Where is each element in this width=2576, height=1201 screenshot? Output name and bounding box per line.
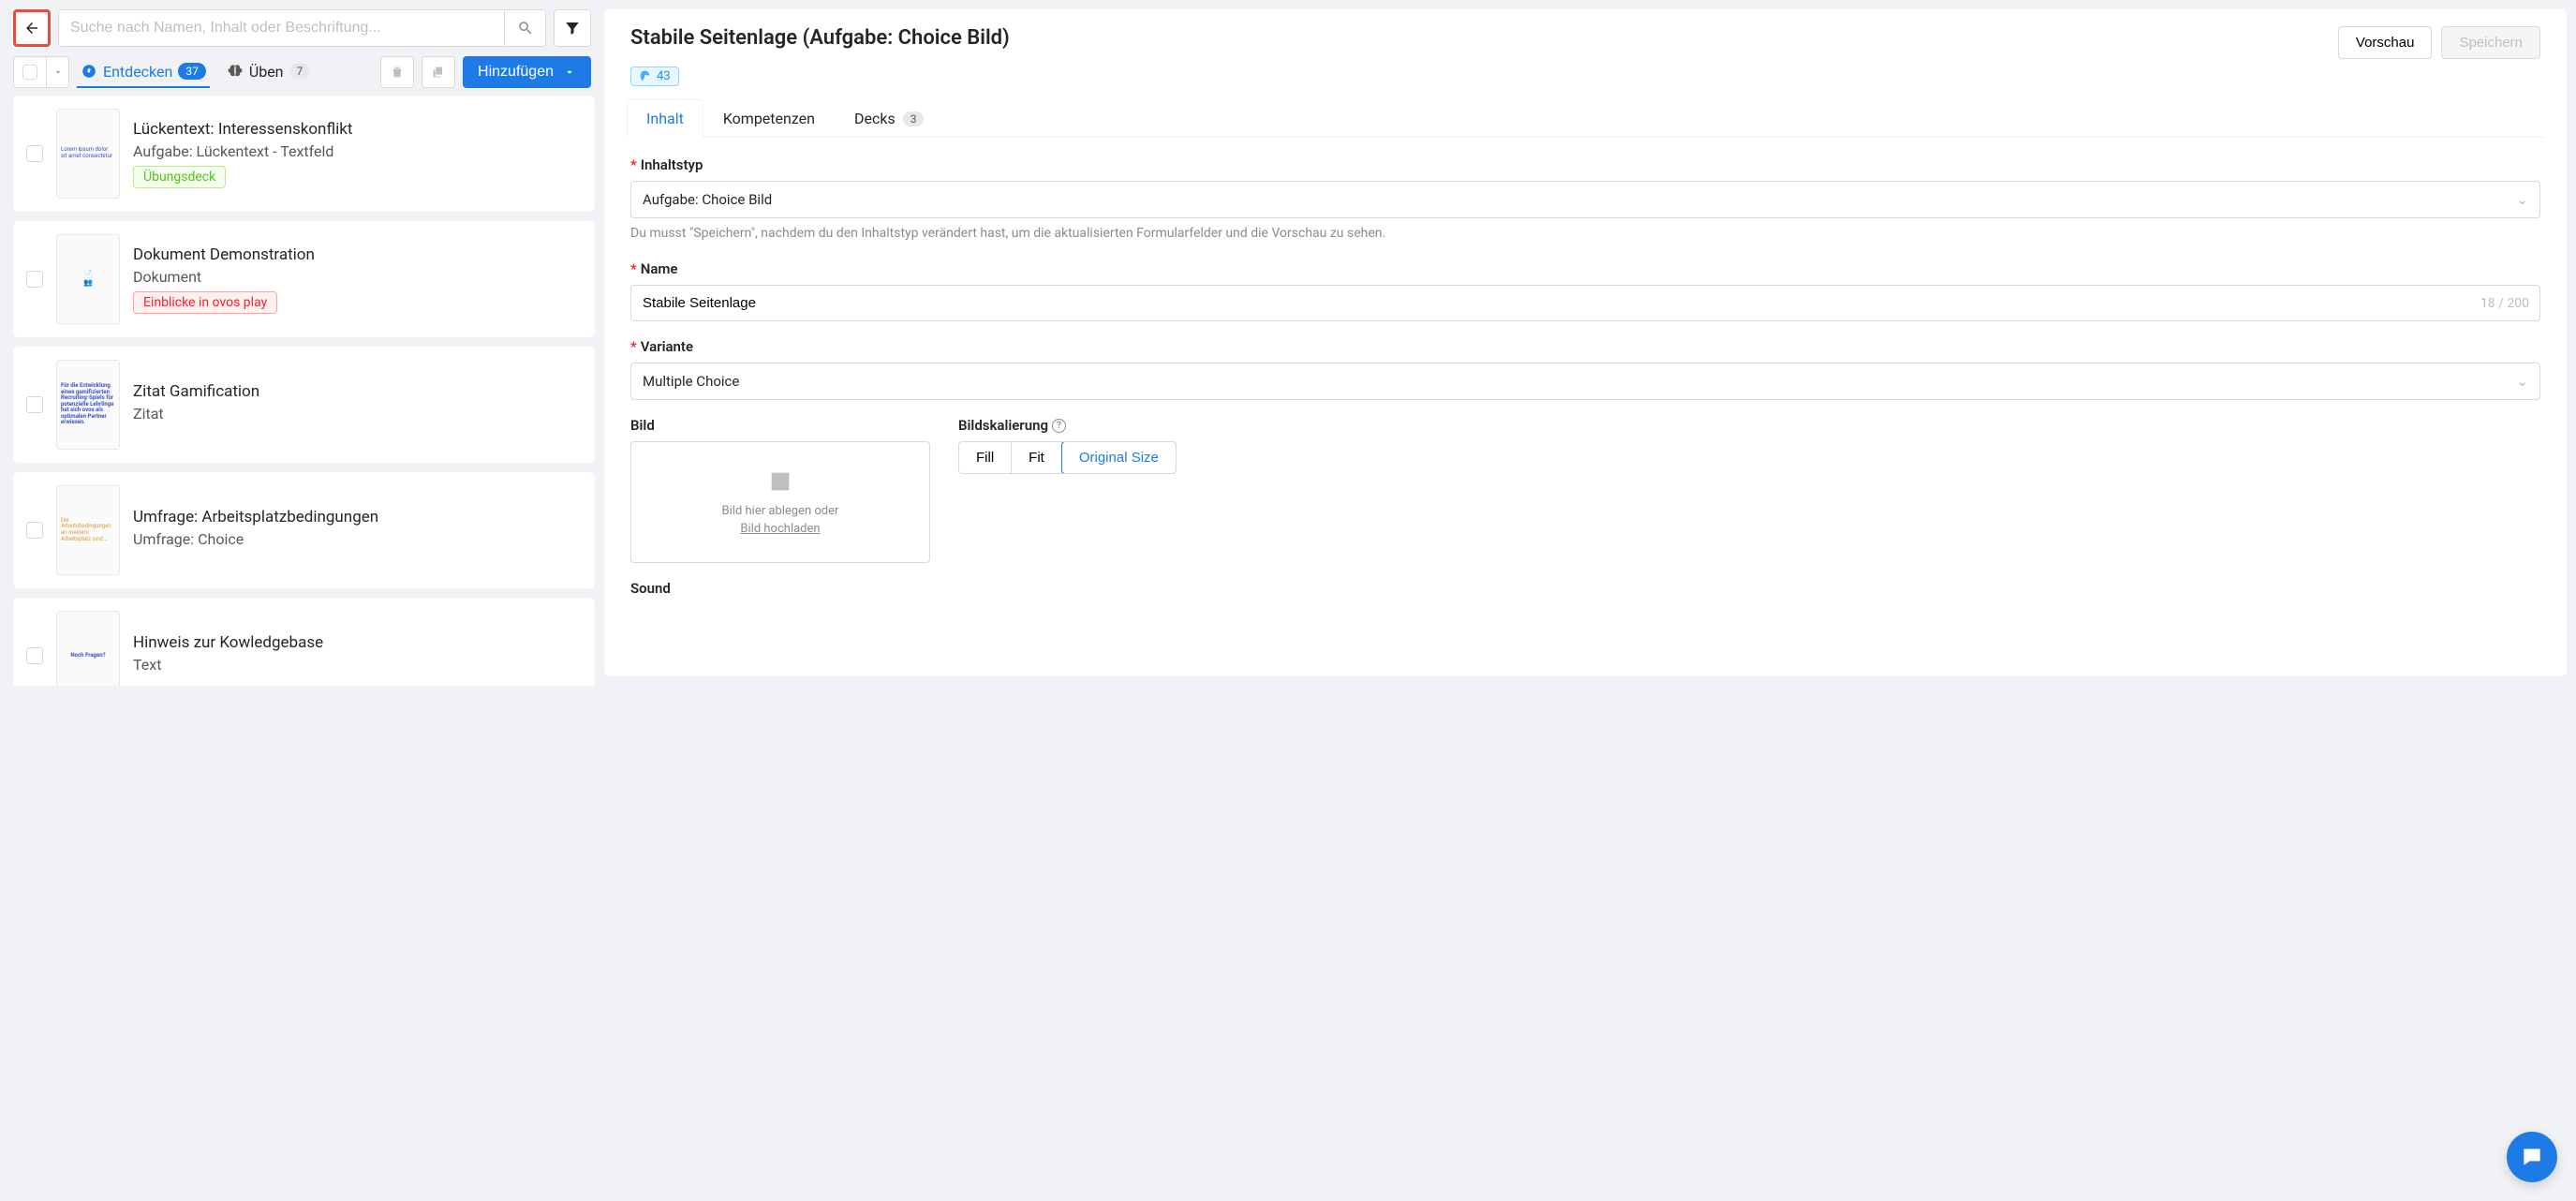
preview-button[interactable]: Vorschau (2338, 26, 2433, 59)
item-thumbnail: 📄👥 (56, 234, 120, 324)
tab-discover-count: 37 (178, 63, 206, 80)
chat-icon (2520, 1145, 2544, 1169)
item-thumbnail: Die Arbeitsbedingungen an meinem Arbeits… (56, 485, 120, 575)
save-button: Speichern (2441, 26, 2540, 59)
name-input[interactable] (630, 285, 2540, 321)
select-all-checkbox[interactable] (22, 65, 37, 80)
chevron-down-icon (563, 66, 576, 79)
content-type-label: Inhaltstyp (641, 156, 703, 173)
item-thumbnail: Lorem ipsum dolor sit amet consectetur (56, 109, 120, 199)
variant-value: Multiple Choice (643, 373, 739, 390)
detail-tab-content[interactable]: Inhalt (627, 99, 703, 138)
name-char-count: 18 / 200 (2480, 296, 2529, 311)
detail-tab-competencies[interactable]: Kompetenzen (703, 99, 835, 137)
copy-icon (431, 65, 446, 80)
item-title: Umfrage: Arbeitsplatzbedingungen (133, 508, 582, 526)
image-icon (767, 468, 793, 495)
compass-icon (81, 63, 97, 80)
tab-discover[interactable]: Entdecken 37 (77, 57, 210, 88)
scale-option-fit[interactable]: Fit (1012, 442, 1062, 473)
detail-title: Stabile Seitenlage (Aufgabe: Choice Bild… (630, 26, 1010, 50)
fingerprint-badge[interactable]: 43 (630, 67, 679, 86)
item-tag: Einblicke in ovos play (133, 291, 277, 314)
scale-option-fill[interactable]: Fill (959, 442, 1012, 473)
list-item[interactable]: Für die Entwicklung eines gamifizierten … (13, 347, 595, 463)
chevron-down-icon: ⌄ (2516, 373, 2528, 390)
list-item[interactable]: 📄👥 Dokument Demonstration Dokument Einbl… (13, 221, 595, 337)
info-icon[interactable]: ? (1052, 419, 1066, 433)
content-type-value: Aufgabe: Choice Bild (643, 191, 772, 208)
detail-tab-decks[interactable]: Decks3 (835, 99, 943, 137)
scale-label: Bildskalierung (958, 417, 1048, 434)
item-title: Dokument Demonstration (133, 245, 582, 264)
tab-practice-count: 7 (289, 63, 311, 80)
chat-bubble[interactable] (2507, 1132, 2557, 1182)
add-button-label: Hinzufügen (478, 64, 554, 81)
search-input[interactable] (59, 10, 504, 46)
search-icon (517, 20, 534, 37)
image-drop-text: Bild hier ablegen oder (722, 504, 839, 518)
tab-practice[interactable]: Üben 7 (223, 57, 314, 88)
tab-practice-label: Üben (249, 63, 284, 81)
trash-icon (390, 65, 405, 80)
content-type-select[interactable]: Aufgabe: Choice Bild ⌄ (630, 181, 2540, 218)
chevron-down-icon: ⌄ (2516, 191, 2528, 208)
image-label: Bild (630, 417, 655, 434)
item-checkbox[interactable] (26, 271, 43, 288)
variant-label: Variante (641, 338, 693, 355)
item-subtitle: Umfrage: Choice (133, 530, 582, 548)
brain-icon (227, 63, 244, 80)
item-title: Lückentext: Interessenskonflikt (133, 120, 582, 139)
name-label: Name (641, 260, 678, 277)
item-thumbnail: Noch Fragen? (56, 611, 120, 686)
filter-button[interactable] (554, 9, 591, 47)
detail-tab-decks-count: 3 (903, 111, 925, 126)
copy-button[interactable] (422, 56, 455, 88)
fingerprint-count: 43 (657, 69, 671, 83)
back-button[interactable] (13, 9, 51, 47)
scale-option-original[interactable]: Original Size (1061, 441, 1177, 474)
fingerprint-icon (639, 70, 651, 82)
image-upload[interactable]: Bild hier ablegen oder Bild hochladen (630, 441, 930, 563)
list-item[interactable]: Noch Fragen? Hinweis zur Kowledgebase Te… (13, 598, 595, 686)
content-type-hint: Du musst "Speichern", nachdem du den Inh… (630, 224, 2540, 244)
item-title: Hinweis zur Kowledgebase (133, 633, 582, 652)
item-title: Zitat Gamification (133, 382, 582, 401)
filter-icon (564, 20, 581, 37)
list-item[interactable]: Die Arbeitsbedingungen an meinem Arbeits… (13, 472, 595, 588)
list-item[interactable]: Lorem ipsum dolor sit amet consectetur L… (13, 96, 595, 212)
tab-discover-label: Entdecken (103, 63, 172, 81)
item-checkbox[interactable] (26, 396, 43, 413)
item-subtitle: Text (133, 656, 582, 674)
item-checkbox[interactable] (26, 522, 43, 539)
sound-label: Sound (630, 580, 671, 597)
search-button[interactable] (504, 10, 545, 46)
select-all-control[interactable] (13, 56, 69, 88)
item-thumbnail: Für die Entwicklung eines gamifizierten … (56, 360, 120, 450)
item-checkbox[interactable] (26, 145, 43, 162)
content-list: Lorem ipsum dolor sit amet consectetur L… (0, 96, 604, 686)
select-all-dropdown[interactable] (46, 57, 68, 87)
item-subtitle: Zitat (133, 405, 582, 423)
variant-select[interactable]: Multiple Choice ⌄ (630, 363, 2540, 400)
arrow-left-icon (23, 20, 40, 37)
item-subtitle: Dokument (133, 268, 582, 286)
scale-segmented: Fill Fit Original Size (958, 441, 1177, 474)
image-upload-link[interactable]: Bild hochladen (740, 522, 820, 536)
item-checkbox[interactable] (26, 647, 43, 664)
item-tag: Übungsdeck (133, 166, 226, 188)
add-button[interactable]: Hinzufügen (463, 56, 591, 88)
delete-button[interactable] (380, 56, 414, 88)
item-subtitle: Aufgabe: Lückentext - Textfeld (133, 142, 582, 160)
chevron-down-icon (53, 67, 63, 77)
